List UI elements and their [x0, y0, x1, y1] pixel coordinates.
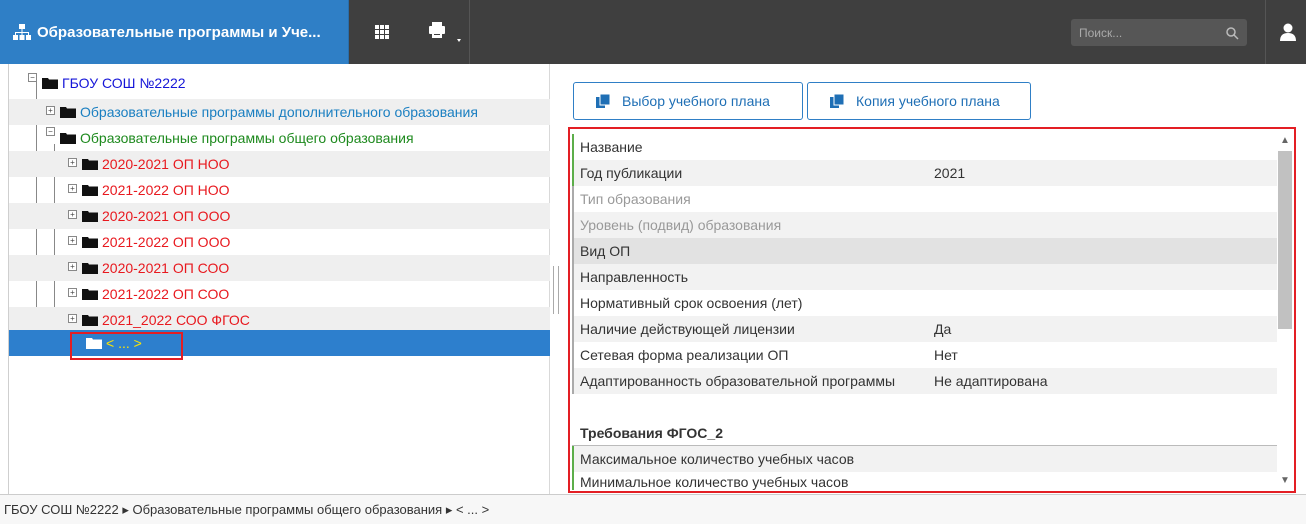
breadcrumb-path: ГБОУ СОШ №2222 ▸ Образовательные програм… — [4, 501, 490, 517]
folder-icon — [82, 263, 98, 274]
app-title: Образовательные программы и Уче... — [37, 23, 321, 41]
folder-icon — [82, 211, 98, 222]
breadcrumb: ГБОУ СОШ №2222 ▸ Образовательные програм… — [0, 494, 1306, 524]
folder-icon — [82, 185, 98, 196]
tree-node-label: Образовательные программы общего образов… — [80, 130, 414, 146]
highlight-frame — [70, 332, 183, 360]
copy-icon — [830, 94, 844, 108]
grid-button[interactable] — [372, 16, 392, 48]
select-plan-label: Выбор учебного плана — [622, 93, 770, 109]
folder-icon — [82, 315, 98, 326]
tree-node-item[interactable]: + 2020-2021 ОП НОО — [9, 151, 550, 177]
highlight-frame — [568, 127, 1296, 493]
search-input[interactable] — [1079, 25, 1219, 40]
program-tree: − ГБОУ СОШ №2222 + Образовательные прогр… — [8, 64, 550, 494]
folder-icon — [82, 237, 98, 248]
folder-icon — [82, 289, 98, 300]
search-box[interactable] — [1071, 19, 1247, 46]
expand-icon[interactable]: + — [68, 184, 77, 193]
app-tab[interactable]: Образовательные программы и Уче... — [0, 0, 349, 64]
grid-icon — [375, 25, 389, 39]
top-bar: Образовательные программы и Уче... — [0, 0, 1306, 64]
expand-icon[interactable]: + — [68, 314, 77, 323]
tree-node-label: 2020-2021 ОП СОО — [102, 260, 230, 276]
tree-node-root[interactable]: − ГБОУ СОШ №2222 — [9, 70, 550, 96]
copy-icon — [596, 94, 610, 108]
folder-icon — [60, 107, 76, 118]
tree-node-general-programs[interactable]: − Образовательные программы общего образ… — [9, 125, 550, 151]
expand-icon[interactable]: + — [68, 288, 77, 297]
collapse-icon[interactable]: − — [28, 73, 37, 82]
tree-node-item[interactable]: + 2021-2022 ОП НОО — [9, 177, 550, 203]
tree-node-label: 2021-2022 ОП ООО — [102, 234, 231, 250]
sitemap-icon — [13, 23, 31, 41]
tree-node-label: 2020-2021 ОП ООО — [102, 208, 231, 224]
print-button[interactable] — [424, 16, 464, 48]
expand-icon[interactable]: + — [68, 210, 77, 219]
user-divider — [1265, 0, 1266, 64]
toolbar-divider — [469, 0, 470, 64]
tree-node-item[interactable]: + 2020-2021 ОП ООО — [9, 203, 550, 229]
copy-plan-label: Копия учебного плана — [856, 93, 1000, 109]
tree-node-label: Образовательные программы дополнительног… — [80, 104, 478, 120]
expand-icon[interactable]: + — [46, 106, 55, 115]
select-plan-button[interactable]: Выбор учебного плана — [573, 82, 803, 120]
printer-icon — [429, 22, 461, 42]
tree-node-item[interactable]: + 2021-2022 ОП ООО — [9, 229, 550, 255]
collapse-icon[interactable]: − — [46, 127, 55, 136]
folder-icon — [42, 78, 58, 89]
panel-splitter[interactable] — [553, 266, 559, 314]
user-icon[interactable] — [1278, 22, 1298, 42]
tree-node-label: 2020-2021 ОП НОО — [102, 156, 230, 172]
tree-node-label: 2021-2022 ОП СОО — [102, 286, 230, 302]
expand-icon[interactable]: + — [68, 158, 77, 167]
tree-node-label: 2021-2022 ОП НОО — [102, 182, 230, 198]
search-icon[interactable] — [1225, 26, 1239, 40]
expand-icon[interactable]: + — [68, 262, 77, 271]
tree-node-item[interactable]: + 2020-2021 ОП СОО — [9, 255, 550, 281]
folder-icon — [60, 133, 76, 144]
folder-icon — [82, 159, 98, 170]
copy-plan-button[interactable]: Копия учебного плана — [807, 82, 1031, 120]
tree-node-additional-programs[interactable]: + Образовательные программы дополнительн… — [9, 99, 550, 125]
tree-node-label: ГБОУ СОШ №2222 — [62, 75, 186, 91]
expand-icon[interactable]: + — [68, 236, 77, 245]
tree-node-item[interactable]: + 2021-2022 ОП СОО — [9, 281, 550, 307]
tree-node-label: 2021_2022 СОО ФГОС — [102, 312, 250, 328]
